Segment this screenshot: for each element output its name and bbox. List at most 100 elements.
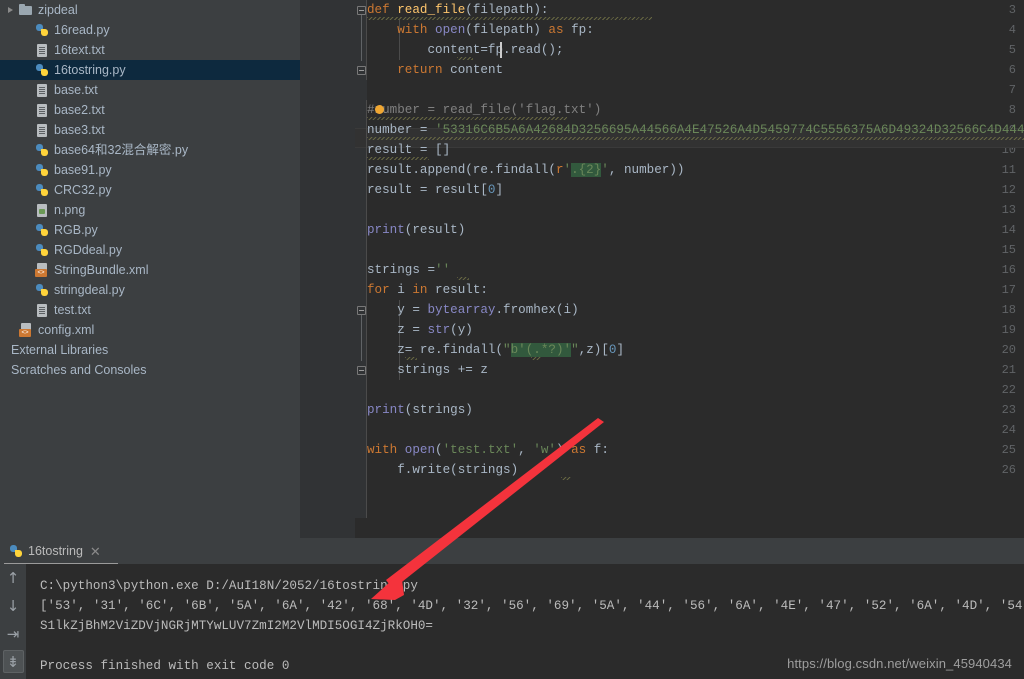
fold-marker-def-end[interactable]	[357, 66, 366, 75]
code-line-17[interactable]: for i in result:	[367, 280, 488, 300]
tree-item-stringbundle-xml[interactable]: StringBundle.xml	[0, 260, 300, 280]
chevron-right-icon[interactable]	[7, 0, 18, 20]
warning-squiggle	[561, 477, 571, 480]
python-file-icon	[34, 282, 50, 298]
code-line-21[interactable]: strings += z	[367, 360, 488, 380]
tree-item-config-xml[interactable]: config.xml	[0, 320, 300, 340]
warning-squiggle	[367, 137, 1024, 140]
fold-region-line-def	[361, 15, 362, 61]
tree-item-rgddeal-py[interactable]: RGDdeal.py	[0, 240, 300, 260]
code-line-6[interactable]: return content	[367, 60, 503, 80]
python-file-icon	[34, 162, 50, 178]
text-file-icon	[34, 122, 50, 138]
run-tool-window: 16tostring ✕ ↑ ↓ ⇥ ⇟ C:\python3\python.e…	[0, 538, 1024, 679]
code-line-23[interactable]: print(strings)	[367, 400, 473, 420]
tree-item-label: RGB.py	[54, 223, 98, 237]
intention-bulb-icon[interactable]	[375, 105, 384, 114]
console-line-list: ['53', '31', '6C', '6B', '5A', '6A', '42…	[40, 599, 1024, 613]
fold-marker-def[interactable]	[357, 6, 366, 15]
code-line-26[interactable]: f.write(strings)	[367, 460, 518, 480]
code-line-4[interactable]: with open(filepath) as fp:	[367, 20, 594, 40]
code-line-19[interactable]: z = str(y)	[367, 320, 473, 340]
tree-item-base91-py[interactable]: base91.py	[0, 160, 300, 180]
tree-item-external-libraries[interactable]: External Libraries	[0, 340, 300, 360]
tree-item-label: External Libraries	[11, 343, 109, 357]
run-tab-bar: 16tostring ✕	[0, 538, 1024, 565]
tree-item-crc32-py[interactable]: CRC32.py	[0, 180, 300, 200]
code-line-16[interactable]: strings =''	[367, 260, 450, 280]
tree-item-label: Scratches and Consoles	[11, 363, 147, 377]
code-line-12[interactable]: result = result[0]	[367, 180, 503, 200]
run-tab-16tostring[interactable]: 16tostring ✕	[4, 540, 107, 562]
code-line-14[interactable]: print(result)	[367, 220, 465, 240]
soft-wrap-button[interactable]: ⇥	[0, 620, 26, 648]
soft-wrap-icon: ⇥	[6, 625, 20, 643]
watermark-url: https://blog.csdn.net/weixin_45940434	[787, 656, 1012, 671]
python-file-icon	[34, 242, 50, 258]
tree-item-rgb-py[interactable]: RGB.py	[0, 220, 300, 240]
tree-item-label: 16tostring.py	[54, 63, 126, 77]
tree-item-base2-txt[interactable]: base2.txt	[0, 100, 300, 120]
tree-item-label: config.xml	[38, 323, 95, 337]
scroll-to-end-button[interactable]: ⇟	[0, 648, 26, 676]
scroll-down-button[interactable]: ↓	[0, 592, 26, 620]
tree-item-label: n.png	[54, 203, 86, 217]
tree-item-zipdeal[interactable]: zipdeal	[0, 0, 300, 20]
warning-squiggle	[367, 17, 652, 20]
tree-item-base-txt[interactable]: base.txt	[0, 80, 300, 100]
code-line-25[interactable]: with open('test.txt', 'w') as f:	[367, 440, 609, 460]
tree-item-label: StringBundle.xml	[54, 263, 149, 277]
tree-item-16read-py[interactable]: 16read.py	[0, 20, 300, 40]
warning-squiggle	[367, 157, 429, 160]
tree-item-label: RGDdeal.py	[54, 243, 123, 257]
tree-item-16text-txt[interactable]: 16text.txt	[0, 40, 300, 60]
fold-marker-for[interactable]	[357, 306, 366, 315]
text-file-icon	[34, 102, 50, 118]
tree-item-n-png[interactable]: n.png	[0, 200, 300, 220]
scroll-up-button[interactable]: ↑	[0, 564, 26, 592]
code-line-18[interactable]: y = bytearray.fromhex(i)	[367, 300, 578, 320]
code-line-11[interactable]: result.append(re.findall(r'.{2}', number…	[367, 160, 684, 180]
run-tab-label: 16tostring	[28, 544, 83, 558]
run-toolbar: ↑ ↓ ⇥ ⇟	[0, 564, 26, 679]
console-line-base64: S1lkZjBhM2ViZDVjNGRjMTYwLUV7ZmI2M2VlMDI5…	[40, 619, 433, 633]
python-file-icon	[34, 222, 50, 238]
text-file-icon	[34, 82, 50, 98]
tree-item-label: base91.py	[54, 163, 112, 177]
editor-gutter[interactable]	[300, 0, 355, 538]
warning-squiggle	[457, 277, 469, 280]
fold-marker-for-end[interactable]	[357, 366, 366, 375]
tree-item-label: CRC32.py	[54, 183, 112, 197]
warning-squiggle	[405, 357, 417, 360]
project-tree-list: zipdeal 16read.py 16text.txt 16tostring.py b…	[0, 0, 300, 380]
tree-item-stringdeal-py[interactable]: stringdeal.py	[0, 280, 300, 300]
code-text-area[interactable]: def read_file(filepath): with open(filep…	[366, 0, 1024, 538]
text-file-icon	[34, 302, 50, 318]
tree-item-base3-txt[interactable]: base3.txt	[0, 120, 300, 140]
project-tree-pane[interactable]: zipdeal 16read.py 16text.txt 16tostring.py b…	[0, 0, 300, 538]
code-editor-pane[interactable]: 3456789101112131415161718192021222324252…	[300, 0, 1024, 538]
tree-item-16tostring-py[interactable]: 16tostring.py	[0, 60, 300, 80]
tree-item-label: base2.txt	[54, 103, 105, 117]
python-file-icon	[34, 62, 50, 78]
close-icon[interactable]: ✕	[90, 545, 101, 558]
python-file-icon	[34, 22, 50, 38]
tree-item-base64-32-py[interactable]: base64和32混合解密.py	[0, 140, 300, 160]
tree-item-test-txt[interactable]: test.txt	[0, 300, 300, 320]
warning-squiggle	[367, 117, 567, 120]
tree-item-scratches-and-consoles[interactable]: Scratches and Consoles	[0, 360, 300, 380]
